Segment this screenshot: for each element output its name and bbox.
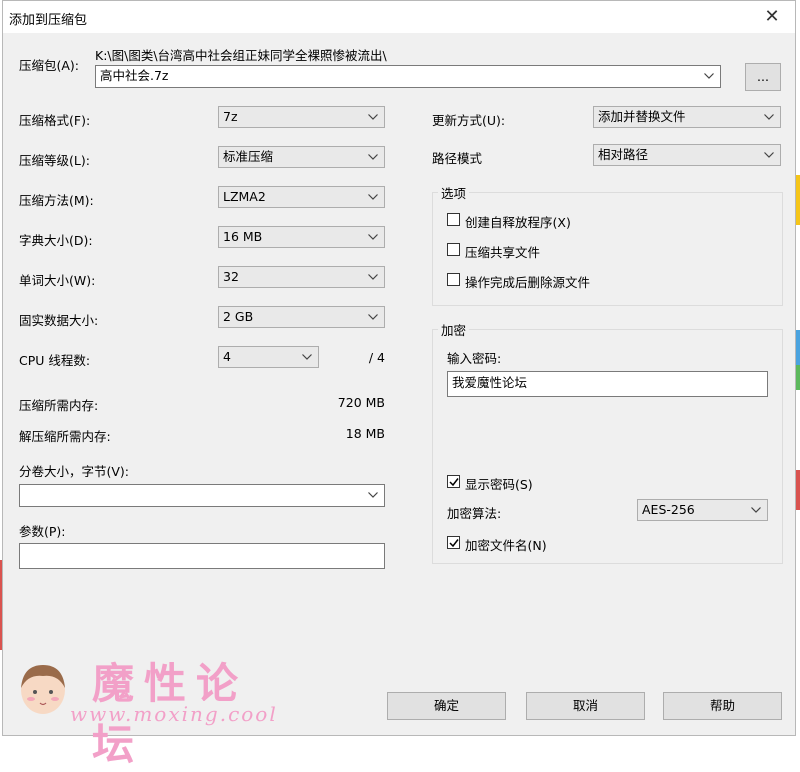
delete-after-label: 操作完成后删除源文件 [465,275,591,290]
format-select[interactable]: 7z [218,106,385,128]
method-label: 压缩方法(M): [19,193,94,208]
level-select[interactable]: 标准压缩 [218,146,385,168]
archive-name-value: 高中社会.7z [100,68,169,83]
archive-label: 压缩包(A): [19,58,80,73]
path-mode-label: 路径模式 [432,151,483,166]
chevron-down-icon [763,107,775,127]
chevron-down-icon [367,187,379,207]
dict-label: 字典大小(D): [19,233,93,248]
encryption-method-select[interactable]: AES-256 [637,499,768,521]
path-mode-value: 相对路径 [598,147,649,162]
chevron-down-icon [367,485,379,505]
encryption-method-label: 加密算法: [447,506,502,521]
show-password-label: 显示密码(S) [465,477,533,492]
password-input[interactable]: 我爱魔性论坛 [447,371,768,397]
encrypt-names-checkbox[interactable] [447,536,460,549]
ok-button[interactable]: 确定 [387,692,506,720]
word-select[interactable]: 32 [218,266,385,288]
method-select[interactable]: LZMA2 [218,186,385,208]
dict-select[interactable]: 16 MB [218,226,385,248]
path-mode-select[interactable]: 相对路径 [593,144,781,166]
chevron-down-icon [750,500,762,520]
format-label: 压缩格式(F): [19,113,91,128]
format-value: 7z [223,109,238,124]
archive-path: K:\图\图类\台湾高中社会组正妹同学全裸照惨被流出\ [95,48,387,63]
shared-checkbox[interactable] [447,243,460,256]
solid-label: 固实数据大小: [19,313,99,328]
window-title: 添加到压缩包 [9,13,88,28]
chevron-down-icon [367,307,379,327]
encrypt-names-label: 加密文件名(N) [465,538,547,553]
threads-value: 4 [223,349,231,364]
chevron-down-icon [703,66,715,86]
level-label: 压缩等级(L): [19,153,90,168]
threads-label: CPU 线程数: [19,353,91,368]
chevron-down-icon [367,107,379,127]
encryption-method-value: AES-256 [642,502,695,517]
params-input[interactable] [19,543,385,569]
watermark: 魔性论坛 www.moxing.cool [10,650,280,769]
delete-after-checkbox[interactable] [447,273,460,286]
chevron-down-icon [367,147,379,167]
password-label: 输入密码: [447,351,502,366]
dict-value: 16 MB [223,229,263,244]
watermark-url: www.moxing.cool [70,702,278,726]
word-label: 单词大小(W): [19,273,96,288]
close-icon[interactable]: ✕ [759,5,785,29]
browse-button[interactable]: ... [745,63,781,91]
chevron-down-icon [301,347,313,367]
split-label: 分卷大小，字节(V): [19,464,130,479]
update-value: 添加并替换文件 [598,109,686,124]
encryption-group-title: 加密 [438,320,470,339]
chevron-down-icon [763,145,775,165]
solid-value: 2 GB [223,309,254,324]
update-mode-select[interactable]: 添加并替换文件 [593,106,781,128]
threads-select[interactable]: 4 [218,346,319,368]
sfx-label: 创建自释放程序(X) [465,215,571,230]
mem-compress-label: 压缩所需内存: [19,398,99,413]
threads-max: / 4 [368,350,385,365]
method-value: LZMA2 [223,189,266,204]
shared-label: 压缩共享文件 [465,245,541,260]
show-password-checkbox[interactable] [447,475,460,488]
mascot-icon [21,665,65,714]
update-label: 更新方式(U): [432,113,506,128]
title-bar: 添加到压缩包 ✕ [3,1,795,33]
mem-compress-value: 720 MB [337,395,385,410]
archive-name-combo[interactable]: 高中社会.7z [95,65,721,88]
checkmark-icon [449,539,459,548]
add-to-archive-dialog: 添加到压缩包 ✕ 压缩包(A): K:\图\图类\台湾高中社会组正妹同学全裸照惨… [2,0,796,736]
params-label: 参数(P): [19,524,66,539]
mem-decompress-label: 解压缩所需内存: [19,429,111,444]
help-button[interactable]: 帮助 [663,692,782,720]
split-size-combo[interactable] [19,484,385,507]
options-group-title: 选项 [438,183,470,202]
chevron-down-icon [367,227,379,247]
checkmark-icon [449,478,459,487]
solid-select[interactable]: 2 GB [218,306,385,328]
mem-decompress-value: 18 MB [345,426,385,441]
chevron-down-icon [367,267,379,287]
sfx-checkbox[interactable] [447,213,460,226]
level-value: 标准压缩 [223,149,274,164]
cancel-button[interactable]: 取消 [526,692,645,720]
word-value: 32 [223,269,239,284]
